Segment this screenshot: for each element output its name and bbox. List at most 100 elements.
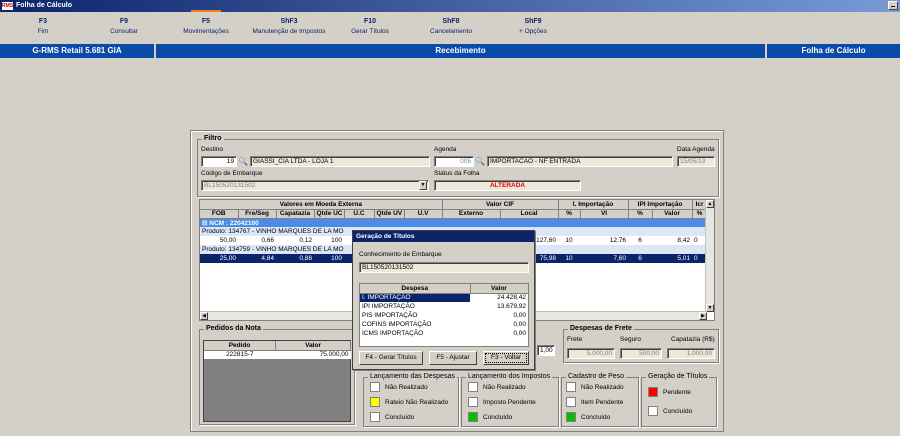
destino-name-field: GIASSI_CIA LTDA - LOJA 1 [250, 156, 430, 167]
dialog-title: Geração de Títulos [353, 231, 534, 242]
col-header[interactable]: U.V [404, 209, 443, 219]
despesas-grid: Despesa Valor I. IMPORTAÇÃO 24.428,42 IPI … [359, 283, 529, 347]
col-header[interactable]: Valor [652, 209, 693, 219]
status-nao-realizado: Não Realizado [370, 381, 428, 395]
frete-label: Frete [567, 336, 583, 343]
col-header[interactable]: Externo [442, 209, 501, 219]
destino-code-field[interactable]: 19 [201, 156, 237, 167]
col-header[interactable]: % [558, 209, 581, 219]
app-version-label: G-RMS Retail 5.681 GIA [0, 44, 154, 58]
col-header-valor[interactable]: Valor [275, 341, 351, 351]
valor-cell: 0,00 [513, 321, 526, 328]
vertical-scrollbar[interactable]: ▲ ▼ [705, 200, 714, 312]
table-row[interactable]: PIS IMPORTAÇÃO 0,00 [360, 311, 528, 320]
fkey-mais-opcoes[interactable]: ShF9 + Opções [493, 18, 573, 35]
ajustar-button[interactable]: F5 - Ajustar [429, 351, 477, 365]
minimize-button[interactable] [888, 1, 898, 10]
status-swatch [370, 412, 380, 423]
fkey-label: + Opções [518, 28, 547, 35]
col-header[interactable]: Local [500, 209, 559, 219]
status-field: ALTERADA [434, 180, 581, 191]
frete-field: 5.000,00 [567, 348, 615, 359]
status-text: Pendente [663, 389, 691, 396]
scroll-left-icon[interactable]: ◀ [200, 312, 208, 320]
status-swatch [370, 382, 380, 393]
scroll-down-icon[interactable]: ▼ [706, 304, 714, 312]
ncm-group-row[interactable]: ⊟ NCM : 22042100 [200, 218, 708, 227]
table-row[interactable]: 222815-7 75.000,00 [204, 350, 351, 359]
col-header[interactable]: Qtde UC [314, 209, 345, 219]
lanc-impostos-title: Lançamento dos Impostos [466, 373, 553, 380]
valor-cell: 13.679,92 [497, 303, 526, 310]
col-header-despesa[interactable]: Despesa [360, 284, 471, 294]
scroll-up-icon[interactable]: ▲ [706, 200, 714, 208]
screen-label: Folha de Cálculo [767, 44, 900, 58]
despesa-cell: IPI IMPORTAÇÃO [362, 303, 415, 310]
status-concluido: Concluído [648, 405, 692, 419]
status-text: Item Pendente [581, 399, 624, 406]
col-header[interactable]: U.C [344, 209, 375, 219]
status-text: Não Realizado [483, 384, 526, 391]
freight-title: Despesas de Frete [568, 325, 634, 332]
table-row[interactable]: ICMS IMPORTAÇÃO 0,00 [360, 329, 528, 338]
status-concluido: Concluído [566, 411, 610, 425]
status-text: Imposto Pendente [483, 399, 536, 406]
agenda-name-field: IMPORTACAO - NF ENTRADA [487, 156, 673, 167]
embarque-select[interactable]: BL150520131502 [201, 180, 429, 191]
agenda-code-field[interactable]: 005 [434, 156, 474, 167]
fkey-movimentacoes[interactable]: F5 Movimentações [166, 10, 246, 35]
fkey-gerar-titulos[interactable]: F10 Gerar Títulos [330, 18, 410, 35]
status-imposto-pendente: Imposto Pendente [468, 396, 536, 410]
ipi-pct-cell: 6 [638, 237, 642, 244]
geracao-titulos-group: Geração de Títulos Pendente Concluído [641, 373, 717, 427]
col-header-valor[interactable]: Valor [470, 284, 529, 294]
group-header-ipi: IPI Importação [628, 200, 693, 210]
despesa-cell: PIS IMPORTAÇÃO [362, 312, 418, 319]
col-header-pedido[interactable]: Pedido [204, 341, 277, 351]
col-header[interactable]: Qtde UV [374, 209, 405, 219]
scroll-right-icon[interactable]: ▶ [699, 312, 707, 320]
status-text: Concluído [385, 414, 415, 421]
fkey-manutencao-impostos[interactable]: ShF3 Manutenção de Impostos [247, 18, 331, 35]
table-row-selected[interactable]: I. IMPORTAÇÃO 24.428,42 [360, 293, 528, 302]
gerar-titulos-button[interactable]: F4 - Gerar Títulos [359, 351, 423, 365]
ii-value-cell: 7,60 [580, 254, 629, 263]
voltar-button[interactable]: F3 - Voltar [483, 351, 529, 365]
status-text: Concluído [483, 414, 513, 421]
fkey-fim[interactable]: F3 Fim [3, 18, 83, 35]
col-header[interactable]: Capatazia [276, 209, 315, 219]
status-swatch [566, 412, 576, 423]
status-swatch [468, 412, 478, 423]
col-header[interactable]: Vl [580, 209, 629, 219]
despesa-cell: ICMS IMPORTAÇÃO [362, 330, 424, 337]
capatazia-cell: 0,12 [299, 237, 312, 244]
status-rateio: Rateio Não Realizado [370, 396, 448, 410]
capatazia-cell: 0,88 [276, 254, 314, 263]
fkey-consultar[interactable]: F9 Consultar [84, 18, 164, 35]
col-header[interactable]: % [628, 209, 653, 219]
ii-pct-cell: 10 [565, 237, 573, 244]
ncm-label: NCM : 22042100 [209, 219, 259, 227]
orders-group: Pedidos da Nota Pedido Valor 222815-7 75.0… [199, 325, 355, 425]
geracao-titulos-title: Geração de Títulos [646, 373, 710, 380]
status-text: Não Realizado [581, 384, 624, 391]
table-row[interactable]: COFINS IMPORTAÇÃO 0,00 [360, 320, 528, 329]
data-agenda-field: 15/05/13 [677, 156, 715, 167]
ipi-pct-cell: 6 [628, 254, 653, 263]
lanc-impostos-group: Lançamento dos Impostos Não Realizado Im… [461, 373, 559, 427]
fkey-label: Gerar Títulos [351, 28, 389, 35]
capatazia-field: 1.000,00 [667, 348, 715, 359]
fkey-cancelamento[interactable]: ShF8 Cancelamento [411, 18, 491, 35]
agenda-search-icon[interactable]: 🔍 [475, 156, 485, 167]
status-concluido: Concluído [468, 411, 512, 425]
fkey-code: F10 [363, 18, 377, 25]
valor-cell: 24.428,42 [470, 293, 528, 302]
fkey-code: F3 [38, 18, 48, 25]
chevron-down-icon[interactable]: ▼ [419, 181, 427, 190]
group-header-moeda: Valores em Moeda Externa [200, 200, 443, 210]
destino-search-icon[interactable]: 🔍 [238, 156, 248, 167]
col-header[interactable]: FOB [200, 209, 239, 219]
col-header[interactable]: Fre/Seg [238, 209, 277, 219]
fkey-code: ShF9 [524, 18, 542, 25]
table-row[interactable]: IPI IMPORTAÇÃO 13.679,92 [360, 302, 528, 311]
